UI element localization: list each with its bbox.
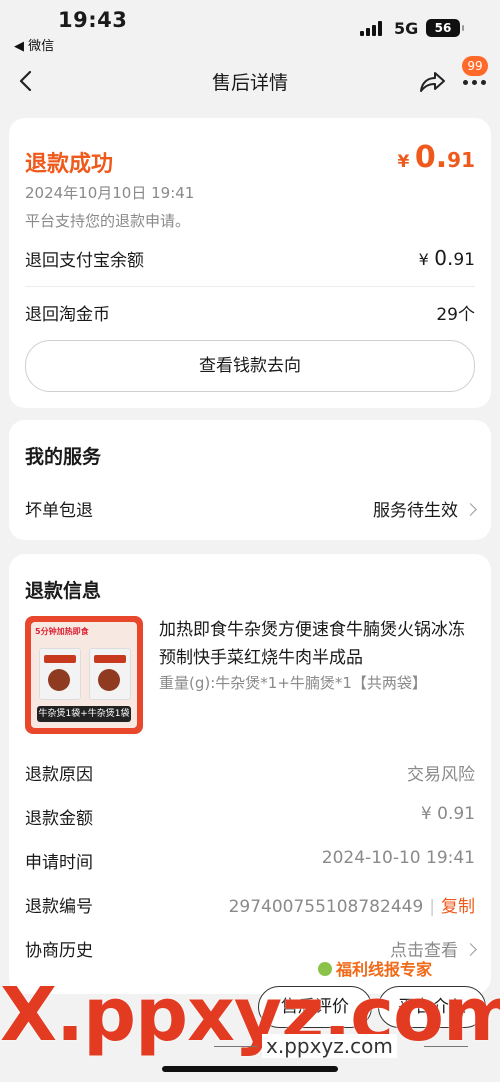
refund-id-label: 退款编号 [25, 897, 93, 917]
refund-id-value: 297400755108782449 [228, 897, 424, 917]
coins-refund-label: 退回淘金币 [25, 305, 110, 325]
watermark-small: x.ppxyz.com [262, 1034, 397, 1058]
service-title: 我的服务 [25, 446, 102, 468]
apply-time-value: 2024-10-10 19:41 [321, 848, 475, 868]
more-icon[interactable] [460, 74, 490, 90]
service-item-label: 坏单包退 [25, 501, 93, 521]
refund-info-card: 退款信息 5分钟加热即食 牛杂煲1袋+牛杂煲1袋 加热即食牛杂煲方便速食牛腩煲火… [9, 554, 491, 994]
thumbnail-frame: 5分钟加热即食 牛杂煲1袋+牛杂煲1袋 [31, 622, 137, 728]
refund-amount: ¥ 0.91 [397, 140, 475, 175]
refund-amount-value: ¥ 0.91 [420, 804, 475, 824]
message-count-badge: 99 [462, 56, 488, 76]
refund-reason-row: 退款原因 交易风险 [25, 760, 475, 786]
watermark-line [214, 1046, 258, 1047]
alipay-refund-value: ¥ 0.91 [418, 246, 475, 270]
service-item-row[interactable]: 坏单包退 服务待生效 [25, 496, 477, 521]
refund-reason-value: 交易风险 [407, 765, 475, 785]
nav-bar: 售后详情 [0, 58, 500, 106]
refund-id-row: 退款编号 297400755108782449 | 复制 [25, 892, 475, 918]
watermark-line [424, 1046, 468, 1047]
apply-time-label: 申请时间 [25, 853, 93, 873]
home-indicator [162, 1066, 338, 1072]
refund-id-wrap: 297400755108782449 | 复制 [229, 892, 475, 917]
refund-note: 平台支持您的退款申请。 [25, 212, 191, 230]
service-item-status: 服务待生效 [373, 501, 458, 521]
refund-amount-label: 退款金额 [25, 809, 93, 829]
refund-amount-row: 退款金额 ¥ 0.91 [25, 804, 475, 830]
refund-reason-label: 退款原因 [25, 765, 93, 785]
alipay-refund-row: 退回支付宝余额 ¥ 0.91 [25, 246, 475, 271]
coins-refund-row: 退回淘金币 29个 [25, 300, 475, 325]
status-bar: 19:43 ◀ 微信 5G 56 [0, 0, 500, 58]
service-item-status-wrap: 服务待生效 [373, 496, 477, 521]
back-to-wechat-link[interactable]: ◀ 微信 [14, 35, 54, 54]
refund-status-card: 退款成功 ¥ 0.91 2024年10月10日 19:41 平台支持您的退款申请… [9, 118, 491, 408]
thumbnail-label: 牛杂煲1袋+牛杂煲1袋 [37, 706, 131, 722]
amount-currency: ¥ [397, 152, 410, 172]
alipay-refund-label: 退回支付宝余额 [25, 251, 144, 271]
status-time: 19:43 [58, 8, 128, 32]
amount-integer: 0. [414, 140, 448, 175]
refund-date: 2024年10月10日 19:41 [25, 184, 195, 202]
amount-decimal: 91 [447, 148, 475, 172]
signal-icon [360, 20, 386, 36]
chevron-right-icon [464, 942, 477, 956]
refund-info-title: 退款信息 [25, 580, 102, 602]
copy-button[interactable]: 复制 [441, 897, 475, 917]
product-thumbnail[interactable]: 5分钟加热即食 牛杂煲1袋+牛杂煲1袋 [25, 616, 143, 734]
apply-time-row: 申请时间 2024-10-10 19:41 [25, 848, 475, 874]
my-service-card: 我的服务 坏单包退 服务待生效 [9, 420, 491, 540]
coins-refund-value: 29个 [436, 305, 475, 325]
package-image [39, 648, 81, 700]
share-icon[interactable] [418, 68, 448, 96]
refund-status: 退款成功 [25, 152, 114, 177]
thumbnail-tagline: 5分钟加热即食 [35, 627, 89, 636]
network-type: 5G [394, 19, 419, 38]
history-label: 协商历史 [25, 941, 93, 961]
refund-id-separator: | [429, 897, 435, 917]
package-image [89, 648, 131, 700]
divider [25, 286, 475, 287]
product-spec: 重量(g):牛杂煲*1+牛腩煲*1【共两袋】 [159, 674, 427, 692]
track-money-button[interactable]: 查看钱款去向 [25, 340, 475, 392]
product-name[interactable]: 加热即食牛杂煲方便速食牛腩煲火锅冰冻预制快手菜红烧牛肉半成品 [159, 616, 477, 672]
battery-icon: 56 [426, 19, 464, 37]
chevron-right-icon [464, 502, 477, 516]
